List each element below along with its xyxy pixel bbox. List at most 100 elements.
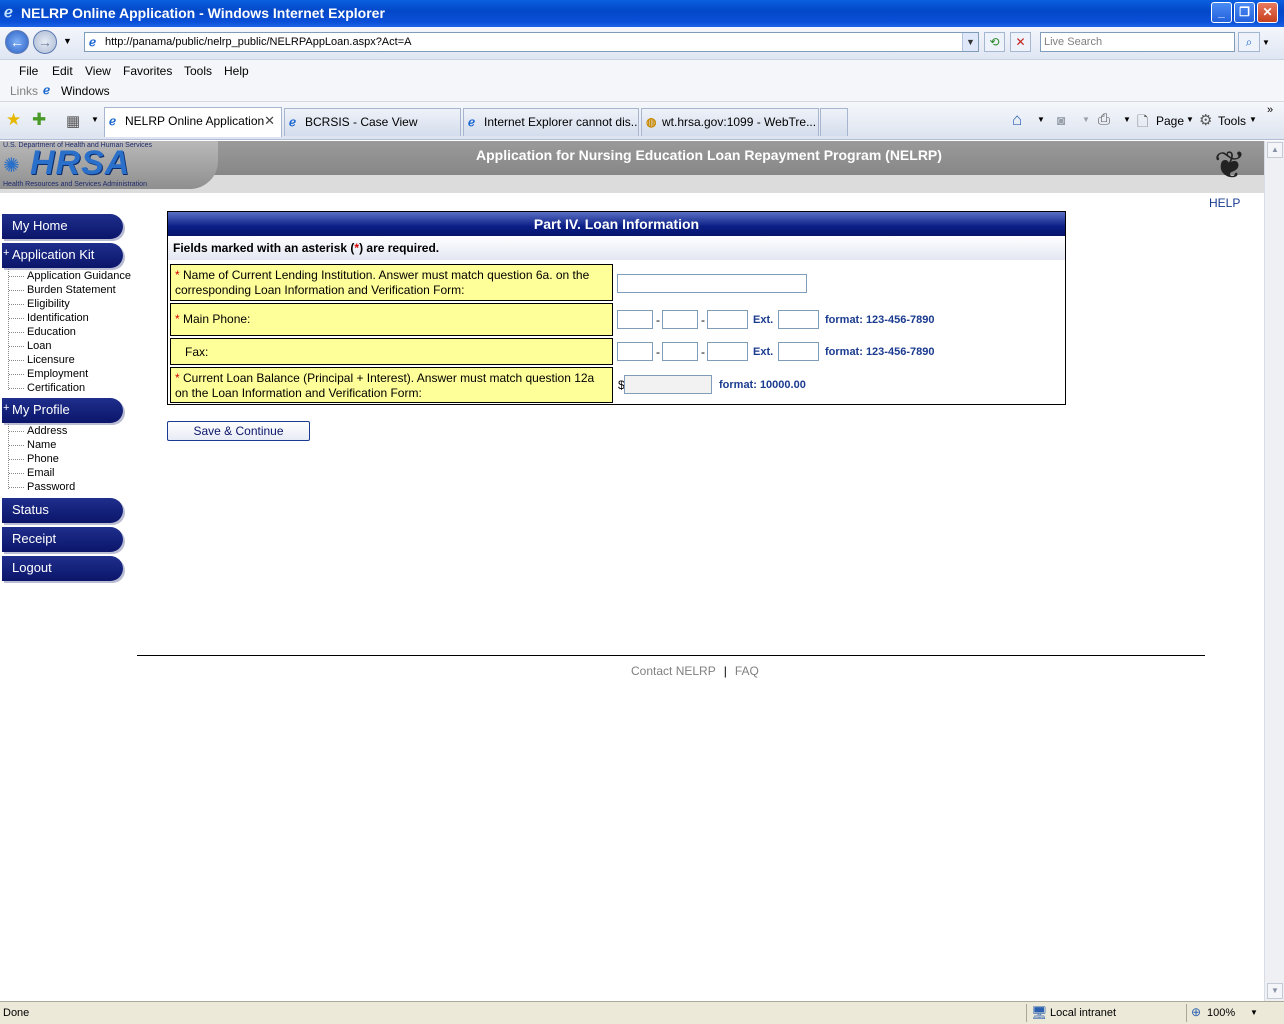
sidebar-item-employment[interactable]: Employment <box>27 368 88 380</box>
sidebar-item-loan[interactable]: Loan <box>27 340 51 352</box>
add-favorite-icon[interactable]: ✚ <box>32 110 46 130</box>
page-dropdown-icon[interactable]: ▼ <box>1186 115 1194 124</box>
search-input[interactable]: Live Search <box>1040 32 1235 52</box>
hhs-eagle-icon: ❦ <box>1214 145 1246 187</box>
sidebar-item-name[interactable]: Name <box>27 439 56 451</box>
menu-file[interactable]: File <box>19 64 38 78</box>
restore-button[interactable]: ❐ <box>1234 2 1255 23</box>
menu-help[interactable]: Help <box>224 64 249 78</box>
search-icon[interactable]: ⌕ <box>1238 32 1260 52</box>
sidebar-my-profile[interactable]: + My Profile <box>2 398 123 423</box>
intranet-zone-icon: 🖥 <box>1031 1005 1048 1020</box>
links-bar: Links ℯ Windows <box>0 82 1284 102</box>
status-text: Done <box>3 1007 30 1019</box>
tools-dropdown-icon[interactable]: ▼ <box>1249 115 1257 124</box>
help-link[interactable]: HELP <box>1209 196 1240 210</box>
sidebar-item-application-guidance[interactable]: Application Guidance <box>27 270 131 282</box>
sidebar-receipt[interactable]: Receipt <box>2 527 123 552</box>
fax-ext-label: Ext. <box>753 346 774 358</box>
print-icon[interactable]: ⎙ <box>1098 111 1110 128</box>
page-menu-button[interactable]: Page <box>1156 114 1184 128</box>
address-input[interactable]: ℯ http://panama/public/nelrp_public/NELR… <box>84 32 979 52</box>
sidebar-item-education[interactable]: Education <box>27 326 76 338</box>
fax-line-input[interactable] <box>707 342 748 361</box>
feeds-dropdown-icon[interactable]: ▼ <box>1082 115 1090 124</box>
footer-separator: | <box>723 664 727 678</box>
favorites-star-icon[interactable]: ★ <box>6 110 21 130</box>
main-phone-line-input[interactable] <box>707 310 748 329</box>
sidebar-item-eligibility[interactable]: Eligibility <box>27 298 70 310</box>
sidebar-item-email[interactable]: Email <box>27 467 55 479</box>
main-phone-format-hint: format: 123-456-7890 <box>825 314 935 326</box>
recent-pages-dropdown-icon[interactable]: ▼ <box>63 36 72 46</box>
menu-tools[interactable]: Tools <box>184 64 212 78</box>
fax-prefix-input[interactable] <box>662 342 698 361</box>
tab-ie-error[interactable]: ℯ Internet Explorer cannot dis... <box>463 108 639 136</box>
fax-ext-input[interactable] <box>778 342 819 361</box>
sidebar-item-licensure[interactable]: Licensure <box>27 354 75 366</box>
search-options-icon[interactable]: ▼ <box>1262 38 1270 47</box>
home-icon[interactable]: ⌂ <box>1012 110 1022 130</box>
close-window-button[interactable]: ✕ <box>1257 2 1278 23</box>
home-dropdown-icon[interactable]: ▼ <box>1037 115 1045 124</box>
scroll-up-icon[interactable]: ▲ <box>1267 142 1283 158</box>
required-note: Fields marked with an asterisk (*) are r… <box>168 236 1065 260</box>
forward-button[interactable]: → <box>33 30 57 54</box>
scroll-down-icon[interactable]: ▼ <box>1267 983 1283 999</box>
chevron-more-icon[interactable]: » <box>1267 104 1273 116</box>
tab-label: NELRP Online Application <box>125 114 265 128</box>
back-button[interactable]: ← <box>5 30 29 54</box>
hrsa-logo: HRSA <box>30 144 131 182</box>
faq-link[interactable]: FAQ <box>735 664 759 678</box>
sidebar-application-kit[interactable]: + Application Kit <box>2 243 123 268</box>
address-dropdown-icon[interactable]: ▼ <box>962 33 978 51</box>
menu-edit[interactable]: Edit <box>52 64 73 78</box>
sidebar-item-password[interactable]: Password <box>27 481 75 493</box>
links-item-windows[interactable]: Windows <box>61 84 110 98</box>
fax-area-input[interactable] <box>617 342 653 361</box>
tab-label: Internet Explorer cannot dis... <box>484 115 639 129</box>
loan-balance-input[interactable] <box>624 375 712 394</box>
sidebar-item-address[interactable]: Address <box>27 425 67 437</box>
menu-view[interactable]: View <box>85 64 111 78</box>
tab-label: BCRSIS - Case View <box>305 115 418 129</box>
main-phone-ext-input[interactable] <box>778 310 819 329</box>
refresh-icon[interactable]: ⟲ <box>984 32 1005 52</box>
hrsa-logo-block[interactable]: U.S. Department of Health and Human Serv… <box>0 141 218 189</box>
vertical-scrollbar[interactable]: ▲ ▼ <box>1264 141 1284 1001</box>
search-placeholder: Live Search <box>1044 36 1103 48</box>
tab-bcrsis[interactable]: ℯ BCRSIS - Case View <box>284 108 461 136</box>
stop-icon[interactable]: ✕ <box>1010 32 1031 52</box>
contact-nelrp-link[interactable]: Contact NELRP <box>631 664 716 678</box>
sidebar-item-burden-statement[interactable]: Burden Statement <box>27 284 116 296</box>
close-tab-icon[interactable]: ✕ <box>264 108 275 134</box>
zoom-dropdown-icon[interactable]: ▼ <box>1250 1008 1258 1017</box>
tab-list-dropdown-icon[interactable]: ▼ <box>91 115 99 124</box>
sidebar-logout[interactable]: Logout <box>2 556 123 581</box>
new-tab-button[interactable] <box>820 108 848 136</box>
tools-menu-button[interactable]: Tools <box>1218 114 1246 128</box>
quick-tabs-icon[interactable]: ▦ <box>66 112 80 130</box>
zoom-level[interactable]: 100% <box>1207 1007 1235 1019</box>
sidebar-item-certification[interactable]: Certification <box>27 382 85 394</box>
sidebar-status[interactable]: Status <box>2 498 123 523</box>
main-phone-area-input[interactable] <box>617 310 653 329</box>
sidebar-item-identification[interactable]: Identification <box>27 312 89 324</box>
form-heading: Part IV. Loan Information <box>168 212 1065 236</box>
save-continue-button[interactable]: Save & Continue <box>167 421 310 441</box>
hhs-seal-icon: ✺ <box>3 155 20 177</box>
sidebar-item-phone[interactable]: Phone <box>27 453 59 465</box>
site-banner: U.S. Department of Health and Human Serv… <box>0 141 1264 193</box>
feeds-icon[interactable]: ◙ <box>1057 112 1065 128</box>
menu-favorites[interactable]: Favorites <box>123 64 172 78</box>
tab-webtrends[interactable]: ◍ wt.hrsa.gov:1099 - WebTre... <box>641 108 819 136</box>
minimize-button[interactable]: _ <box>1211 2 1232 23</box>
lending-institution-input[interactable] <box>617 274 807 293</box>
tab-nelrp[interactable]: ℯ NELRP Online Application ✕ <box>104 107 282 137</box>
window-title-bar: ℯ NELRP Online Application - Windows Int… <box>0 0 1284 27</box>
menu-bar: File Edit View Favorites Tools Help <box>0 60 1284 82</box>
sidebar-my-home[interactable]: My Home <box>2 214 123 239</box>
print-dropdown-icon[interactable]: ▼ <box>1123 115 1131 124</box>
main-phone-prefix-input[interactable] <box>662 310 698 329</box>
fax-label: Fax: <box>170 338 613 365</box>
